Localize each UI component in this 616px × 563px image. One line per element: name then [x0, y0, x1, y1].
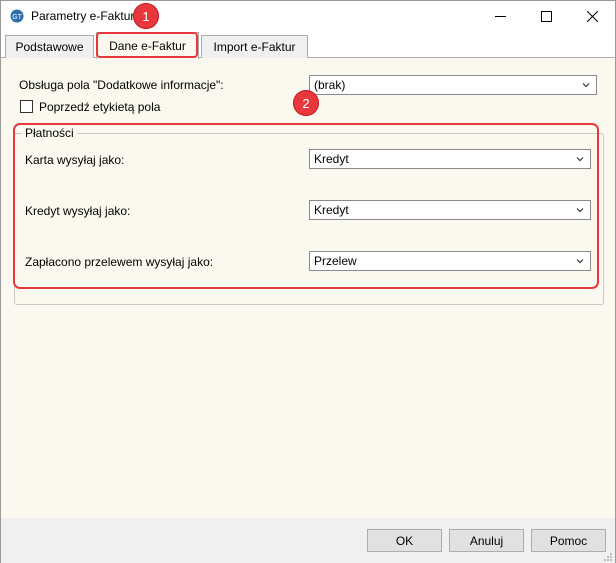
maximize-button[interactable]	[523, 1, 569, 31]
cancel-button[interactable]: Anuluj	[449, 529, 524, 552]
chevron-down-icon	[576, 259, 584, 264]
annotation-badge-2: 2	[293, 90, 319, 116]
card-payment-label: Karta wysyłaj jako:	[25, 153, 125, 167]
extra-info-value: (brak)	[314, 78, 346, 92]
close-button[interactable]	[569, 1, 615, 31]
credit-payment-value: Kredyt	[314, 203, 349, 217]
title-bar[interactable]: GT Parametry e-Faktur	[1, 1, 615, 31]
tab-podstawowe[interactable]: Podstawowe	[5, 35, 94, 58]
credit-payment-label: Kredyt wysyłaj jako:	[25, 204, 131, 218]
minimize-button[interactable]	[477, 1, 523, 31]
app-logo-icon: GT	[10, 9, 24, 23]
resize-grip-icon[interactable]	[603, 552, 613, 562]
extra-info-label: Obsługa pola "Dodatkowe informacje":	[19, 78, 224, 92]
tab-strip: Podstawowe Dane e-Faktur Import e-Faktur	[1, 31, 615, 59]
extra-info-select[interactable]: (brak)	[309, 75, 597, 95]
maximize-icon	[540, 10, 552, 22]
transfer-payment-label: Zapłacono przelewem wysyłaj jako:	[25, 255, 214, 269]
annotation-badge-1: 1	[133, 3, 159, 29]
prepend-label-checkbox[interactable]	[20, 100, 33, 113]
minimize-icon	[494, 15, 506, 17]
transfer-payment-select[interactable]: Przelew	[309, 251, 591, 271]
chevron-down-icon	[576, 208, 584, 213]
card-payment-select[interactable]: Kredyt	[309, 149, 591, 169]
tab-import-e-faktur[interactable]: Import e-Faktur	[201, 35, 308, 58]
ok-button[interactable]: OK	[367, 529, 442, 552]
help-button[interactable]: Pomoc	[531, 529, 606, 552]
credit-payment-select[interactable]: Kredyt	[309, 200, 591, 220]
tab-content: Obsługa pola "Dodatkowe informacje": (br…	[1, 58, 615, 518]
dialog-window: GT Parametry e-Faktur Podstawowe Dane e-…	[0, 0, 616, 563]
chevron-down-icon	[582, 83, 590, 88]
svg-text:GT: GT	[12, 14, 22, 21]
tab-dane-e-faktur[interactable]: Dane e-Faktur	[96, 32, 199, 59]
close-icon	[586, 10, 598, 22]
window-title: Parametry e-Faktur	[31, 9, 135, 23]
prepend-label-text: Poprzedź etykietą pola	[39, 100, 161, 114]
chevron-down-icon	[576, 157, 584, 162]
card-payment-value: Kredyt	[314, 152, 349, 166]
payments-group-title: Płatności	[22, 126, 77, 140]
transfer-payment-value: Przelew	[314, 254, 357, 268]
